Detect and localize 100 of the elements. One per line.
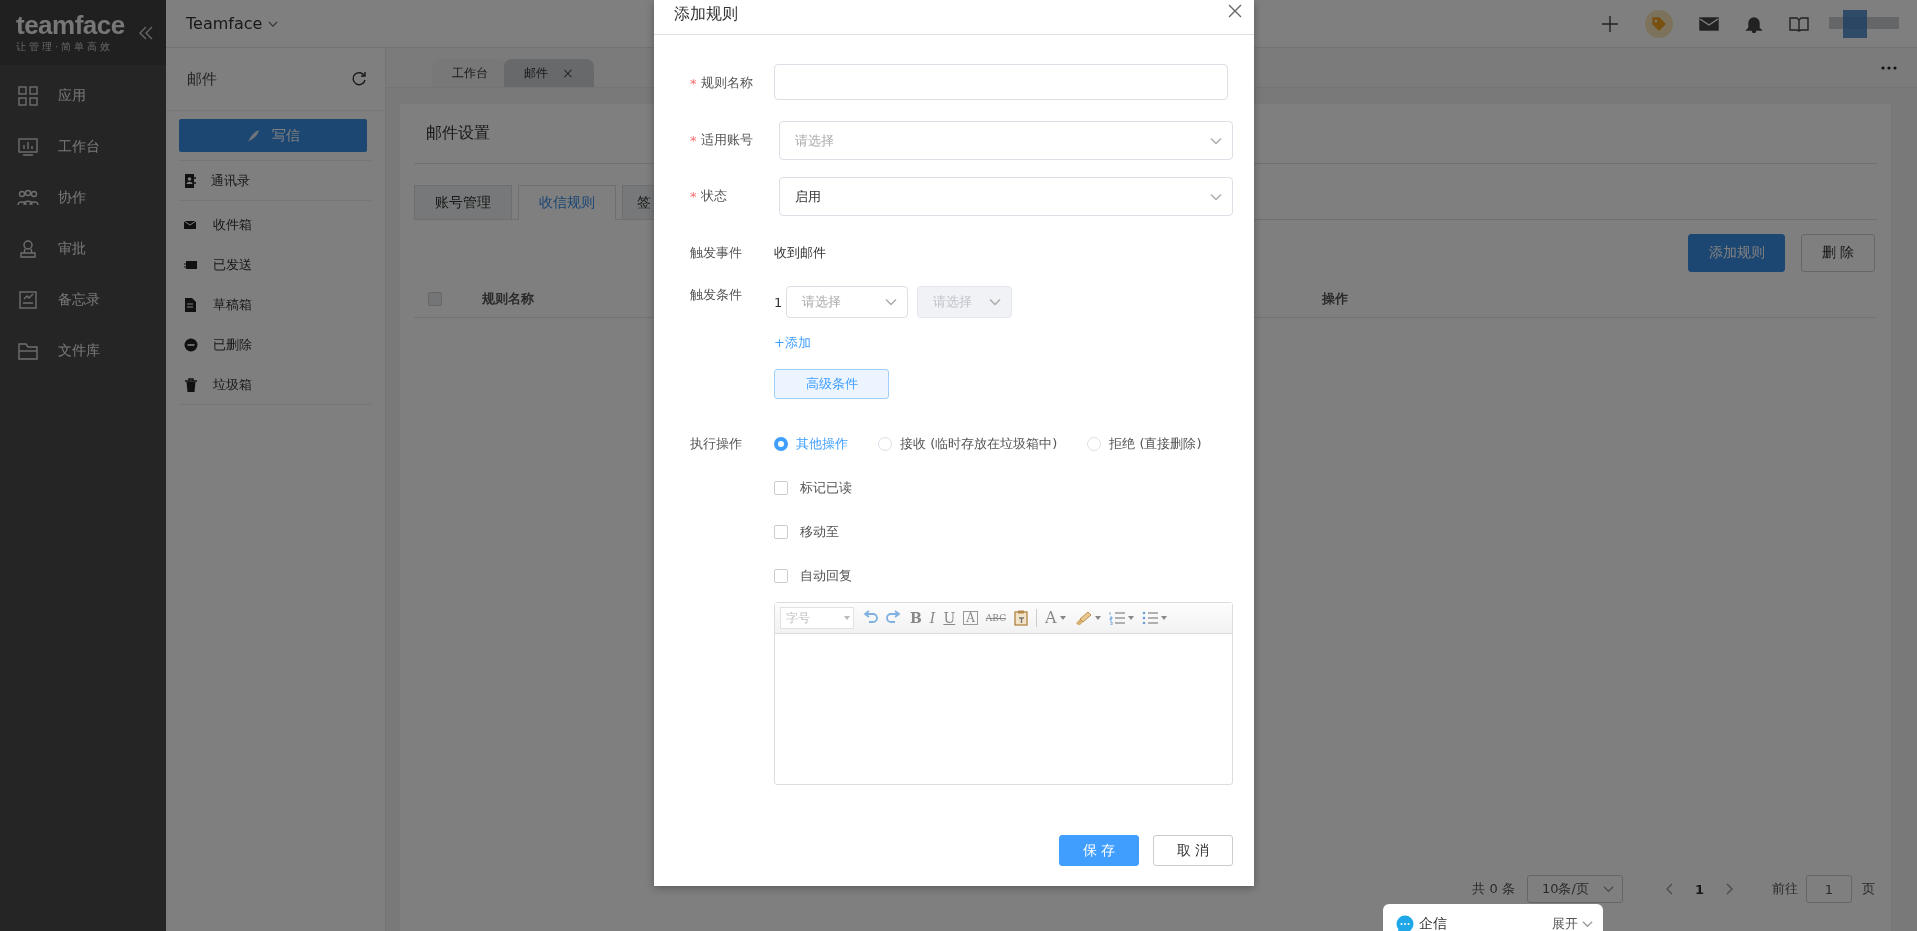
chevron-down-icon [885, 298, 898, 306]
settings-tab[interactable]: 账号管理 [414, 185, 512, 219]
select-field[interactable]: 启用 [779, 177, 1233, 216]
plus-icon[interactable] [1601, 14, 1619, 33]
logo: teamface [16, 11, 125, 38]
folder-item[interactable]: 草稿箱 [179, 285, 372, 325]
book-icon[interactable] [1789, 14, 1809, 33]
checkbox-label: 移动至 [800, 523, 839, 541]
chevron-down-icon [1582, 920, 1593, 928]
chevron-right-icon[interactable] [1726, 883, 1734, 895]
field-label: 触发事件 [690, 244, 742, 262]
select-field[interactable]: 请选择 [786, 286, 909, 318]
advanced-button[interactable]: 高级条件 [774, 369, 889, 399]
caret-icon[interactable] [1127, 616, 1134, 620]
field-label: 状态 [700, 187, 727, 205]
radio-button[interactable] [774, 437, 788, 451]
folder-item[interactable]: 已删除 [179, 325, 372, 365]
mail-icon[interactable] [1699, 15, 1719, 32]
checkbox[interactable] [774, 569, 788, 583]
bell-icon[interactable] [1745, 14, 1763, 33]
chevron-down-icon [1210, 136, 1222, 145]
dialog-title: 添加规则 [674, 4, 738, 25]
chevron-down-icon [1210, 192, 1222, 201]
text-field[interactable] [774, 64, 1228, 100]
address-book-icon [184, 173, 196, 188]
add-link[interactable]: +添加 [774, 334, 811, 352]
action-button[interactable]: 删 除 [1801, 234, 1875, 272]
caret-icon[interactable] [1094, 616, 1101, 620]
close-tab-button[interactable]: × [562, 65, 574, 81]
strikethrough-button[interactable]: ABC [985, 613, 1007, 623]
select-all-checkbox[interactable] [428, 291, 442, 306]
expand-toggle[interactable]: 展开 [1552, 915, 1593, 931]
redo-icon[interactable] [886, 610, 902, 626]
close-icon[interactable] [1228, 4, 1242, 18]
condition-number: 1 [774, 294, 783, 310]
nav-item[interactable]: 应用 [0, 70, 166, 121]
tag-button[interactable] [1645, 9, 1673, 38]
cancel-button[interactable]: 取 消 [1153, 835, 1233, 866]
numbered-list-icon[interactable] [1108, 611, 1125, 625]
more-icon[interactable] [1881, 65, 1897, 70]
page-tab[interactable]: 邮件 × [504, 59, 594, 87]
undo-icon[interactable] [862, 610, 878, 626]
workspace-dropdown[interactable]: Teamface [186, 14, 279, 33]
document-icon [184, 298, 198, 312]
avatar-icon[interactable] [1829, 9, 1899, 38]
grid-icon [17, 84, 39, 107]
bold-button[interactable]: B [910, 611, 922, 625]
caret-icon [844, 616, 850, 620]
underline-button[interactable]: U [943, 611, 956, 625]
font-color-button[interactable]: A [1045, 610, 1057, 626]
folder-item[interactable]: 已发送 [179, 245, 372, 285]
goto-label: 前往 [1772, 880, 1798, 898]
stamp-icon [17, 237, 39, 260]
column-header: 操作 [1322, 289, 1348, 308]
page-size-select[interactable]: 10条/页 [1526, 875, 1623, 903]
page-number[interactable]: 1 [1694, 881, 1704, 897]
field-value: 收到邮件 [774, 244, 827, 262]
required-mark: * [690, 132, 697, 148]
action-button[interactable]: 添加规则 [1688, 234, 1785, 272]
radio-label: 其他操作 [796, 435, 848, 453]
folder-item[interactable]: 垃圾箱 [179, 365, 372, 405]
nav-item[interactable]: 工作台 [0, 121, 166, 172]
caret-icon[interactable] [1059, 616, 1066, 620]
compose-button[interactable]: 写信 [179, 119, 367, 152]
trash-icon [184, 377, 198, 392]
text-border-button[interactable]: A [963, 611, 978, 625]
save-button[interactable]: 保 存 [1059, 835, 1139, 866]
folder-item[interactable]: 收件箱 [179, 205, 372, 245]
caret-icon[interactable] [1160, 616, 1167, 620]
nav-item[interactable]: 审批 [0, 223, 166, 274]
nav-item[interactable]: 协作 [0, 172, 166, 223]
collapse-icon[interactable] [138, 24, 154, 41]
bullet-list-icon[interactable] [1141, 611, 1158, 625]
radio-label: 接收 (临时存放在垃圾箱中) [900, 435, 1058, 453]
chevron-left-icon[interactable] [1664, 883, 1673, 895]
chevron-down-icon [1602, 885, 1614, 893]
required-mark: * [690, 188, 697, 204]
select-field[interactable]: 请选择 [779, 121, 1233, 160]
settings-tab[interactable]: 收信规则 [518, 185, 616, 220]
chat-title: 企信 [1419, 915, 1448, 931]
italic-button[interactable]: I [929, 611, 936, 625]
monitor-chart-icon [17, 135, 39, 158]
page-input[interactable]: 1 [1806, 875, 1852, 903]
refresh-icon[interactable] [351, 71, 367, 87]
clipboard-icon[interactable] [1014, 610, 1029, 626]
checkbox[interactable] [774, 525, 788, 539]
panel-title: 邮件 [187, 69, 217, 89]
field-label: 触发条件 [690, 286, 742, 304]
field-label: 适用账号 [700, 131, 753, 149]
nav-item[interactable]: 文件库 [0, 325, 166, 376]
minus-circle-icon [184, 338, 198, 352]
checkbox[interactable] [774, 481, 788, 495]
checkbox-label: 标记已读 [800, 479, 852, 497]
font-size-select[interactable]: 字号 [780, 607, 854, 629]
contacts-item[interactable]: 通讯录 [179, 160, 372, 201]
nav-item[interactable]: 备忘录 [0, 274, 166, 325]
column-header: 规则名称 [482, 289, 534, 308]
radio-label: 拒绝 (直接删除) [1109, 435, 1202, 453]
total-count: 共 0 条 [1472, 880, 1515, 898]
envelope-icon [184, 218, 198, 232]
